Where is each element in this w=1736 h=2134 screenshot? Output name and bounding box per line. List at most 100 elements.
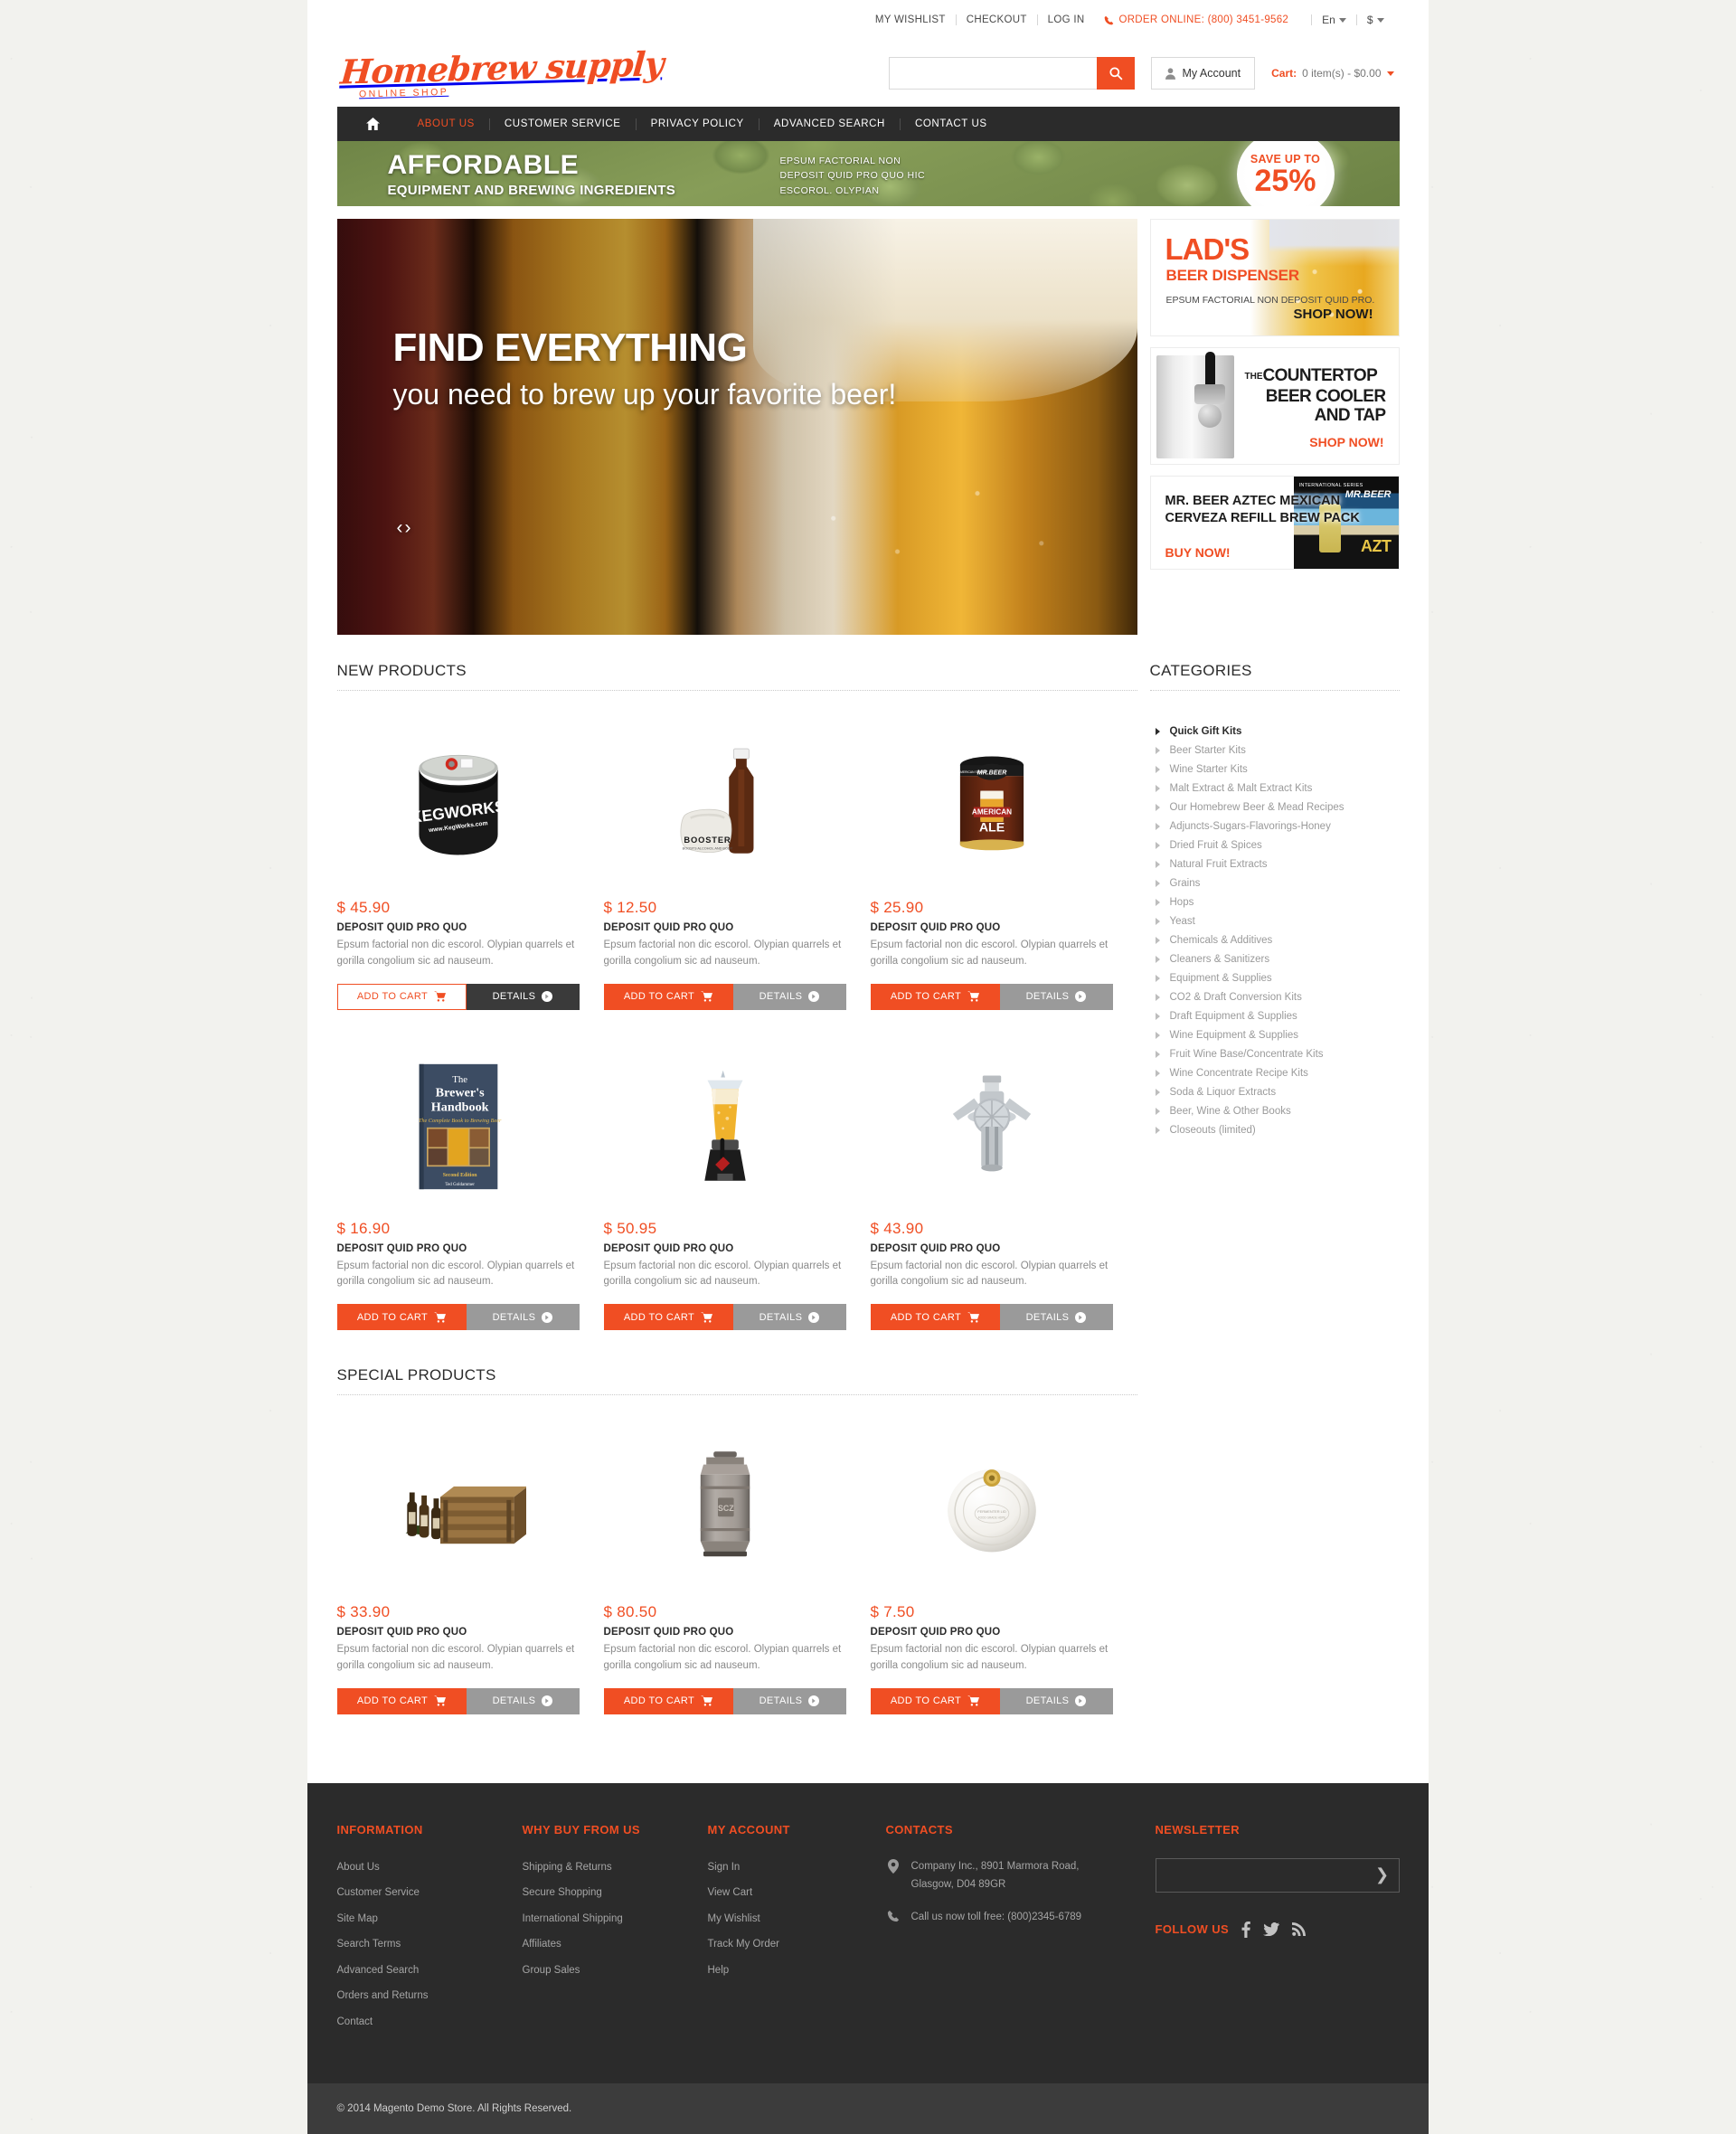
nav-item-contact-us[interactable]: Contact Us xyxy=(901,118,1002,129)
category-item[interactable]: Natural Fruit Extracts xyxy=(1150,855,1400,873)
slider-next-icon[interactable]: › xyxy=(405,517,411,539)
footer-link[interactable]: Site Map xyxy=(337,1913,378,1924)
rss-icon[interactable] xyxy=(1292,1922,1307,1937)
add-to-cart-button[interactable]: ADD TO CART xyxy=(336,983,467,1010)
category-link[interactable]: Chemicals & Additives xyxy=(1170,935,1273,946)
category-link[interactable]: Wine Concentrate Recipe Kits xyxy=(1170,1068,1308,1079)
nav-item-privacy-policy[interactable]: Privacy Policy xyxy=(637,118,759,129)
banner2-cta[interactable]: SHOP NOW! xyxy=(1309,435,1383,449)
add-to-cart-button[interactable]: ADD TO CART xyxy=(870,1687,1000,1714)
newsletter-submit-button[interactable]: ❯ xyxy=(1366,1859,1399,1892)
category-item[interactable]: Chemicals & Additives xyxy=(1150,930,1400,949)
slider-prev-icon[interactable]: ‹ xyxy=(397,517,403,539)
add-to-cart-button[interactable]: ADD TO CART xyxy=(336,1304,467,1331)
category-link[interactable]: Our Homebrew Beer & Mead Recipes xyxy=(1170,802,1344,813)
product-card[interactable]: The Brewer's Handbook The Complete Book … xyxy=(336,1043,604,1331)
footer-link[interactable]: Orders and Returns xyxy=(337,1990,429,2001)
add-to-cart-button[interactable]: ADD TO CART xyxy=(603,1687,733,1714)
category-item[interactable]: Beer Starter Kits xyxy=(1150,741,1400,760)
category-link[interactable]: Cleaners & Sanitizers xyxy=(1170,954,1270,965)
product-card[interactable]: $ 33.90 DEPOSIT QUID PRO QUO Epsum facto… xyxy=(336,1426,604,1714)
category-item[interactable]: Wine Equipment & Supplies xyxy=(1150,1025,1400,1044)
product-card[interactable]: KEGWORKS www.KegWorks.com $ 45.90 DEPOSI… xyxy=(336,722,604,1010)
footer-link[interactable]: International Shipping xyxy=(523,1913,623,1924)
banner-countertop-beer-cooler[interactable]: THE COUNTERTOP BEER COOLER AND TAP SHOP … xyxy=(1149,347,1400,465)
banner-lads-beer-dispenser[interactable]: LAD'S BEER DISPENSER EPSUM FACTORIAL NON… xyxy=(1149,219,1400,336)
footer-link-item[interactable]: Track My Order xyxy=(708,1935,886,1951)
details-button[interactable]: DETAILS xyxy=(732,1304,846,1331)
currency-selector[interactable]: $ xyxy=(1357,14,1394,26)
product-card[interactable]: MR.BEER AMERICAN SERIES AMERICAN ALE $ 2… xyxy=(870,722,1137,1010)
footer-link[interactable]: Help xyxy=(708,1965,730,1976)
product-image-beer-tower-dispenser[interactable] xyxy=(604,1043,846,1211)
search-button[interactable] xyxy=(1097,57,1136,90)
my-account-button[interactable]: My Account xyxy=(1151,57,1256,90)
footer-link[interactable]: Secure Shopping xyxy=(523,1887,602,1898)
banner1-cta[interactable]: SHOP NOW! xyxy=(1294,307,1373,322)
category-item[interactable]: Soda & Liquor Extracts xyxy=(1150,1082,1400,1101)
details-button[interactable]: DETAILS xyxy=(466,1687,580,1714)
footer-link-item[interactable]: Orders and Returns xyxy=(337,1987,523,2003)
category-link[interactable]: Fruit Wine Base/Concentrate Kits xyxy=(1170,1049,1324,1060)
product-card[interactable]: BOOSTER BOOSTS ALCOHOL AND BODY $ 12.50 … xyxy=(603,722,871,1010)
promo-banner[interactable]: AFFORDABLE EQUIPMENT AND BREWING INGREDI… xyxy=(336,141,1400,206)
category-item[interactable]: Closeouts (limited) xyxy=(1150,1120,1400,1139)
footer-link-item[interactable]: Contact xyxy=(337,2013,523,2029)
details-button[interactable]: DETAILS xyxy=(732,983,846,1010)
product-card[interactable]: $ 50.95 DEPOSIT QUID PRO QUO Epsum facto… xyxy=(603,1043,871,1331)
category-item[interactable]: Equipment & Supplies xyxy=(1150,968,1400,987)
details-button[interactable]: DETAILS xyxy=(466,1304,580,1331)
category-item[interactable]: Adjuncts-Sugars-Flavorings-Honey xyxy=(1150,817,1400,836)
product-image-wooden-bottle-crate[interactable] xyxy=(337,1426,580,1594)
order-online-phone[interactable]: Order Online: (800) 3451-9562 xyxy=(1094,14,1298,25)
category-link[interactable]: Natural Fruit Extracts xyxy=(1170,859,1268,870)
category-link[interactable]: Wine Equipment & Supplies xyxy=(1170,1030,1299,1041)
category-link[interactable]: Quick Gift Kits xyxy=(1170,726,1242,737)
footer-link[interactable]: Search Terms xyxy=(337,1939,401,1950)
product-image-steel-keg[interactable]: SCZ xyxy=(604,1426,846,1594)
nav-home-link[interactable] xyxy=(352,118,394,130)
footer-link[interactable]: Advanced Search xyxy=(337,1965,420,1976)
nav-item-customer-service[interactable]: Customer Service xyxy=(490,118,636,129)
footer-link-item[interactable]: Help xyxy=(708,1961,886,1978)
footer-link[interactable]: Contact xyxy=(337,2016,373,2027)
footer-link[interactable]: Affiliates xyxy=(523,1939,561,1950)
category-item[interactable]: Wine Starter Kits xyxy=(1150,760,1400,779)
category-link[interactable]: Hops xyxy=(1170,897,1194,908)
category-link[interactable]: Closeouts (limited) xyxy=(1170,1125,1256,1136)
details-button[interactable]: DETAILS xyxy=(999,1304,1113,1331)
category-link[interactable]: Beer Starter Kits xyxy=(1170,745,1246,756)
footer-link-item[interactable]: Site Map xyxy=(337,1910,523,1926)
topbar-link-wishlist[interactable]: My Wishlist xyxy=(865,14,956,25)
category-item[interactable]: Fruit Wine Base/Concentrate Kits xyxy=(1150,1044,1400,1063)
category-item[interactable]: Cleaners & Sanitizers xyxy=(1150,949,1400,968)
category-link[interactable]: Beer, Wine & Other Books xyxy=(1170,1106,1291,1117)
hero-slider[interactable]: FIND EVERYTHING you need to brew up your… xyxy=(336,219,1137,635)
footer-link-item[interactable]: About Us xyxy=(337,1858,523,1874)
footer-link[interactable]: Track My Order xyxy=(708,1939,779,1950)
banner3-cta[interactable]: BUY NOW! xyxy=(1165,545,1231,560)
footer-link-item[interactable]: View Cart xyxy=(708,1884,886,1900)
footer-link-item[interactable]: Customer Service xyxy=(337,1884,523,1900)
category-item[interactable]: Malt Extract & Malt Extract Kits xyxy=(1150,779,1400,798)
nav-item-advanced-search[interactable]: Advanced Search xyxy=(760,118,900,129)
topbar-link-checkout[interactable]: Checkout xyxy=(957,14,1037,25)
product-image-american-ale-can[interactable]: MR.BEER AMERICAN SERIES AMERICAN ALE xyxy=(871,722,1113,890)
add-to-cart-button[interactable]: ADD TO CART xyxy=(603,983,733,1010)
category-item[interactable]: CO2 & Draft Conversion Kits xyxy=(1150,987,1400,1006)
category-item[interactable]: Hops xyxy=(1150,892,1400,911)
details-button[interactable]: DETAILS xyxy=(999,983,1113,1010)
footer-link-item[interactable]: Group Sales xyxy=(523,1961,708,1978)
product-card[interactable]: FERMENTER LID FOOD GRADE HDPE $ 7.50 DEP… xyxy=(870,1426,1137,1714)
newsletter-email-input[interactable] xyxy=(1156,1858,1366,1892)
product-image-fermenter-lid[interactable]: FERMENTER LID FOOD GRADE HDPE xyxy=(871,1426,1113,1594)
facebook-icon[interactable] xyxy=(1241,1921,1250,1938)
topbar-link-login[interactable]: Log In xyxy=(1038,14,1095,25)
footer-link-item[interactable]: Affiliates xyxy=(523,1935,708,1951)
category-link[interactable]: Soda & Liquor Extracts xyxy=(1170,1087,1277,1098)
category-item[interactable]: Yeast xyxy=(1150,911,1400,930)
details-button[interactable]: DETAILS xyxy=(999,1687,1113,1714)
language-selector[interactable]: En xyxy=(1312,14,1356,26)
add-to-cart-button[interactable]: ADD TO CART xyxy=(870,983,1000,1010)
twitter-icon[interactable] xyxy=(1263,1922,1280,1937)
